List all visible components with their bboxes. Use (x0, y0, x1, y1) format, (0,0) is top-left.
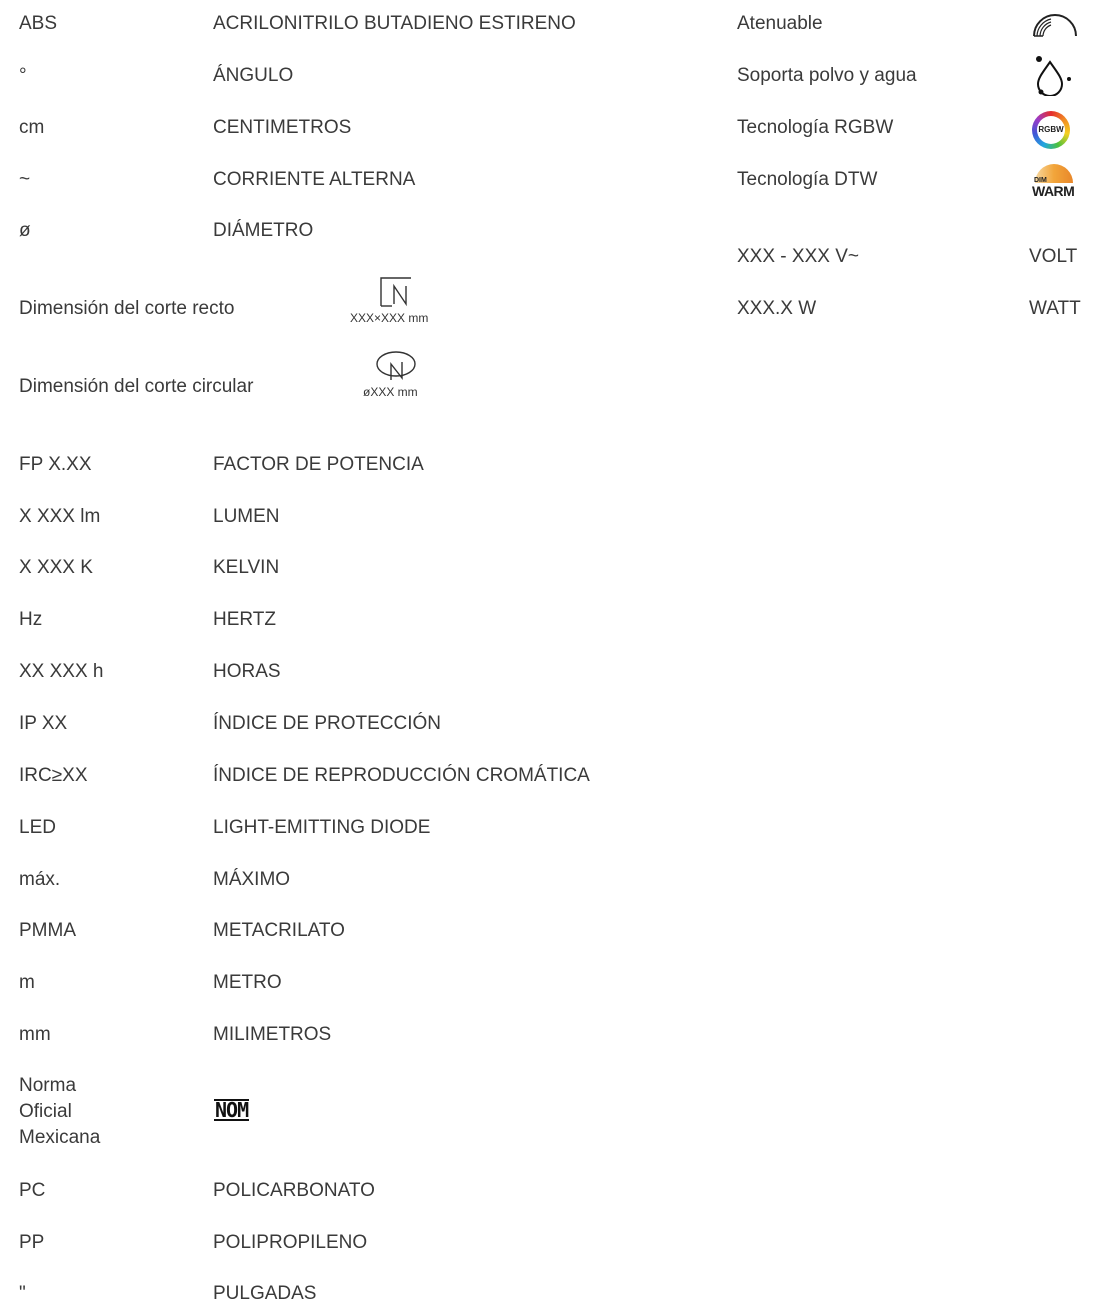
abbr-abs: ABS (19, 13, 58, 34)
watt-unit: WATT (1029, 298, 1081, 319)
abbr-fp: FP X.XX (19, 454, 92, 475)
meaning-fp: FACTOR DE POTENCIA (213, 454, 424, 475)
abbr-hours: XX XXX h (19, 661, 104, 682)
watt-value: XXX.X W (737, 298, 817, 319)
abbr-pc: PC (19, 1180, 46, 1201)
abbr-ac: ~ (19, 169, 31, 190)
meaning-hz: HERTZ (213, 609, 276, 630)
abbr-kelvin: X XXX K (19, 557, 93, 578)
dim-warm-icon-text: WARM (1032, 183, 1075, 199)
meaning-mm: MILIMETROS (213, 1024, 332, 1045)
feature-dust-water: Soporta polvo y agua (737, 65, 917, 86)
feature-dimmable: Atenuable (737, 13, 823, 34)
dust-water-icon (1036, 56, 1071, 96)
abbr-diameter: ø (19, 220, 31, 241)
abbr-cm: cm (19, 117, 45, 138)
meaning-inches: PULGADAS (213, 1283, 317, 1304)
straight-cut-icon (380, 277, 411, 307)
meaning-pc: POLICARBONATO (213, 1180, 375, 1201)
abbr-inches: " (19, 1283, 26, 1304)
meaning-diameter: DIÁMETRO (213, 220, 314, 241)
meaning-pmma: METACRILATO (213, 920, 345, 941)
meaning-cm: CENTIMETROS (213, 117, 352, 138)
abbr-angle: ° (19, 65, 27, 86)
circular-cut-value: øXXX mm (363, 385, 418, 399)
meaning-irc: ÍNDICE DE REPRODUCCIÓN CROMÁTICA (213, 765, 590, 786)
feature-dtw: Tecnología DTW (737, 169, 878, 190)
abbr-max: máx. (19, 869, 61, 890)
dim-warm-icon: DIM WARM (1030, 164, 1078, 202)
meaning-pp: POLIPROPILENO (213, 1232, 368, 1253)
straight-cut-label: Dimensión del corte recto (19, 298, 235, 319)
meaning-kelvin: KELVIN (213, 557, 280, 578)
circular-cut-icon (376, 351, 416, 381)
meaning-m: METRO (213, 972, 282, 993)
meaning-lumen: LUMEN (213, 506, 280, 527)
circular-cut-label: Dimensión del corte circular (19, 376, 254, 397)
abbr-mm: mm (19, 1024, 51, 1045)
meaning-hours: HORAS (213, 661, 281, 682)
volt-value: XXX - XXX V~ (737, 246, 859, 267)
nom-logo: NOM (214, 1098, 249, 1122)
straight-cut-value: XXX×XXX mm (350, 311, 429, 325)
meaning-max: MÁXIMO (213, 869, 291, 890)
abbr-pmma: PMMA (19, 920, 76, 941)
nom-label: Norma Oficial Mexicana (19, 1075, 101, 1148)
rgbw-icon: RGBW (1032, 111, 1070, 149)
rgbw-icon-text: RGBW (1037, 116, 1065, 144)
meaning-abs: ACRILONITRILO BUTADIENO ESTIRENO (213, 13, 576, 34)
dimmable-icon (1033, 14, 1077, 37)
abbr-hz: Hz (19, 609, 43, 630)
abbr-m: m (19, 972, 35, 993)
meaning-ip: ÍNDICE DE PROTECCIÓN (213, 713, 442, 734)
abbr-ip: IP XX (19, 713, 68, 734)
feature-rgbw: Tecnología RGBW (737, 117, 894, 138)
abbr-lumen: X XXX lm (19, 506, 101, 527)
abbr-pp: PP (19, 1232, 45, 1253)
meaning-ac: CORRIENTE ALTERNA (213, 169, 416, 190)
abbr-led: LED (19, 817, 56, 838)
volt-unit: VOLT (1029, 246, 1078, 267)
meaning-angle: ÁNGULO (213, 65, 294, 86)
abbr-irc: IRC≥XX (19, 765, 88, 786)
meaning-led: LIGHT-EMITTING DIODE (213, 817, 431, 838)
